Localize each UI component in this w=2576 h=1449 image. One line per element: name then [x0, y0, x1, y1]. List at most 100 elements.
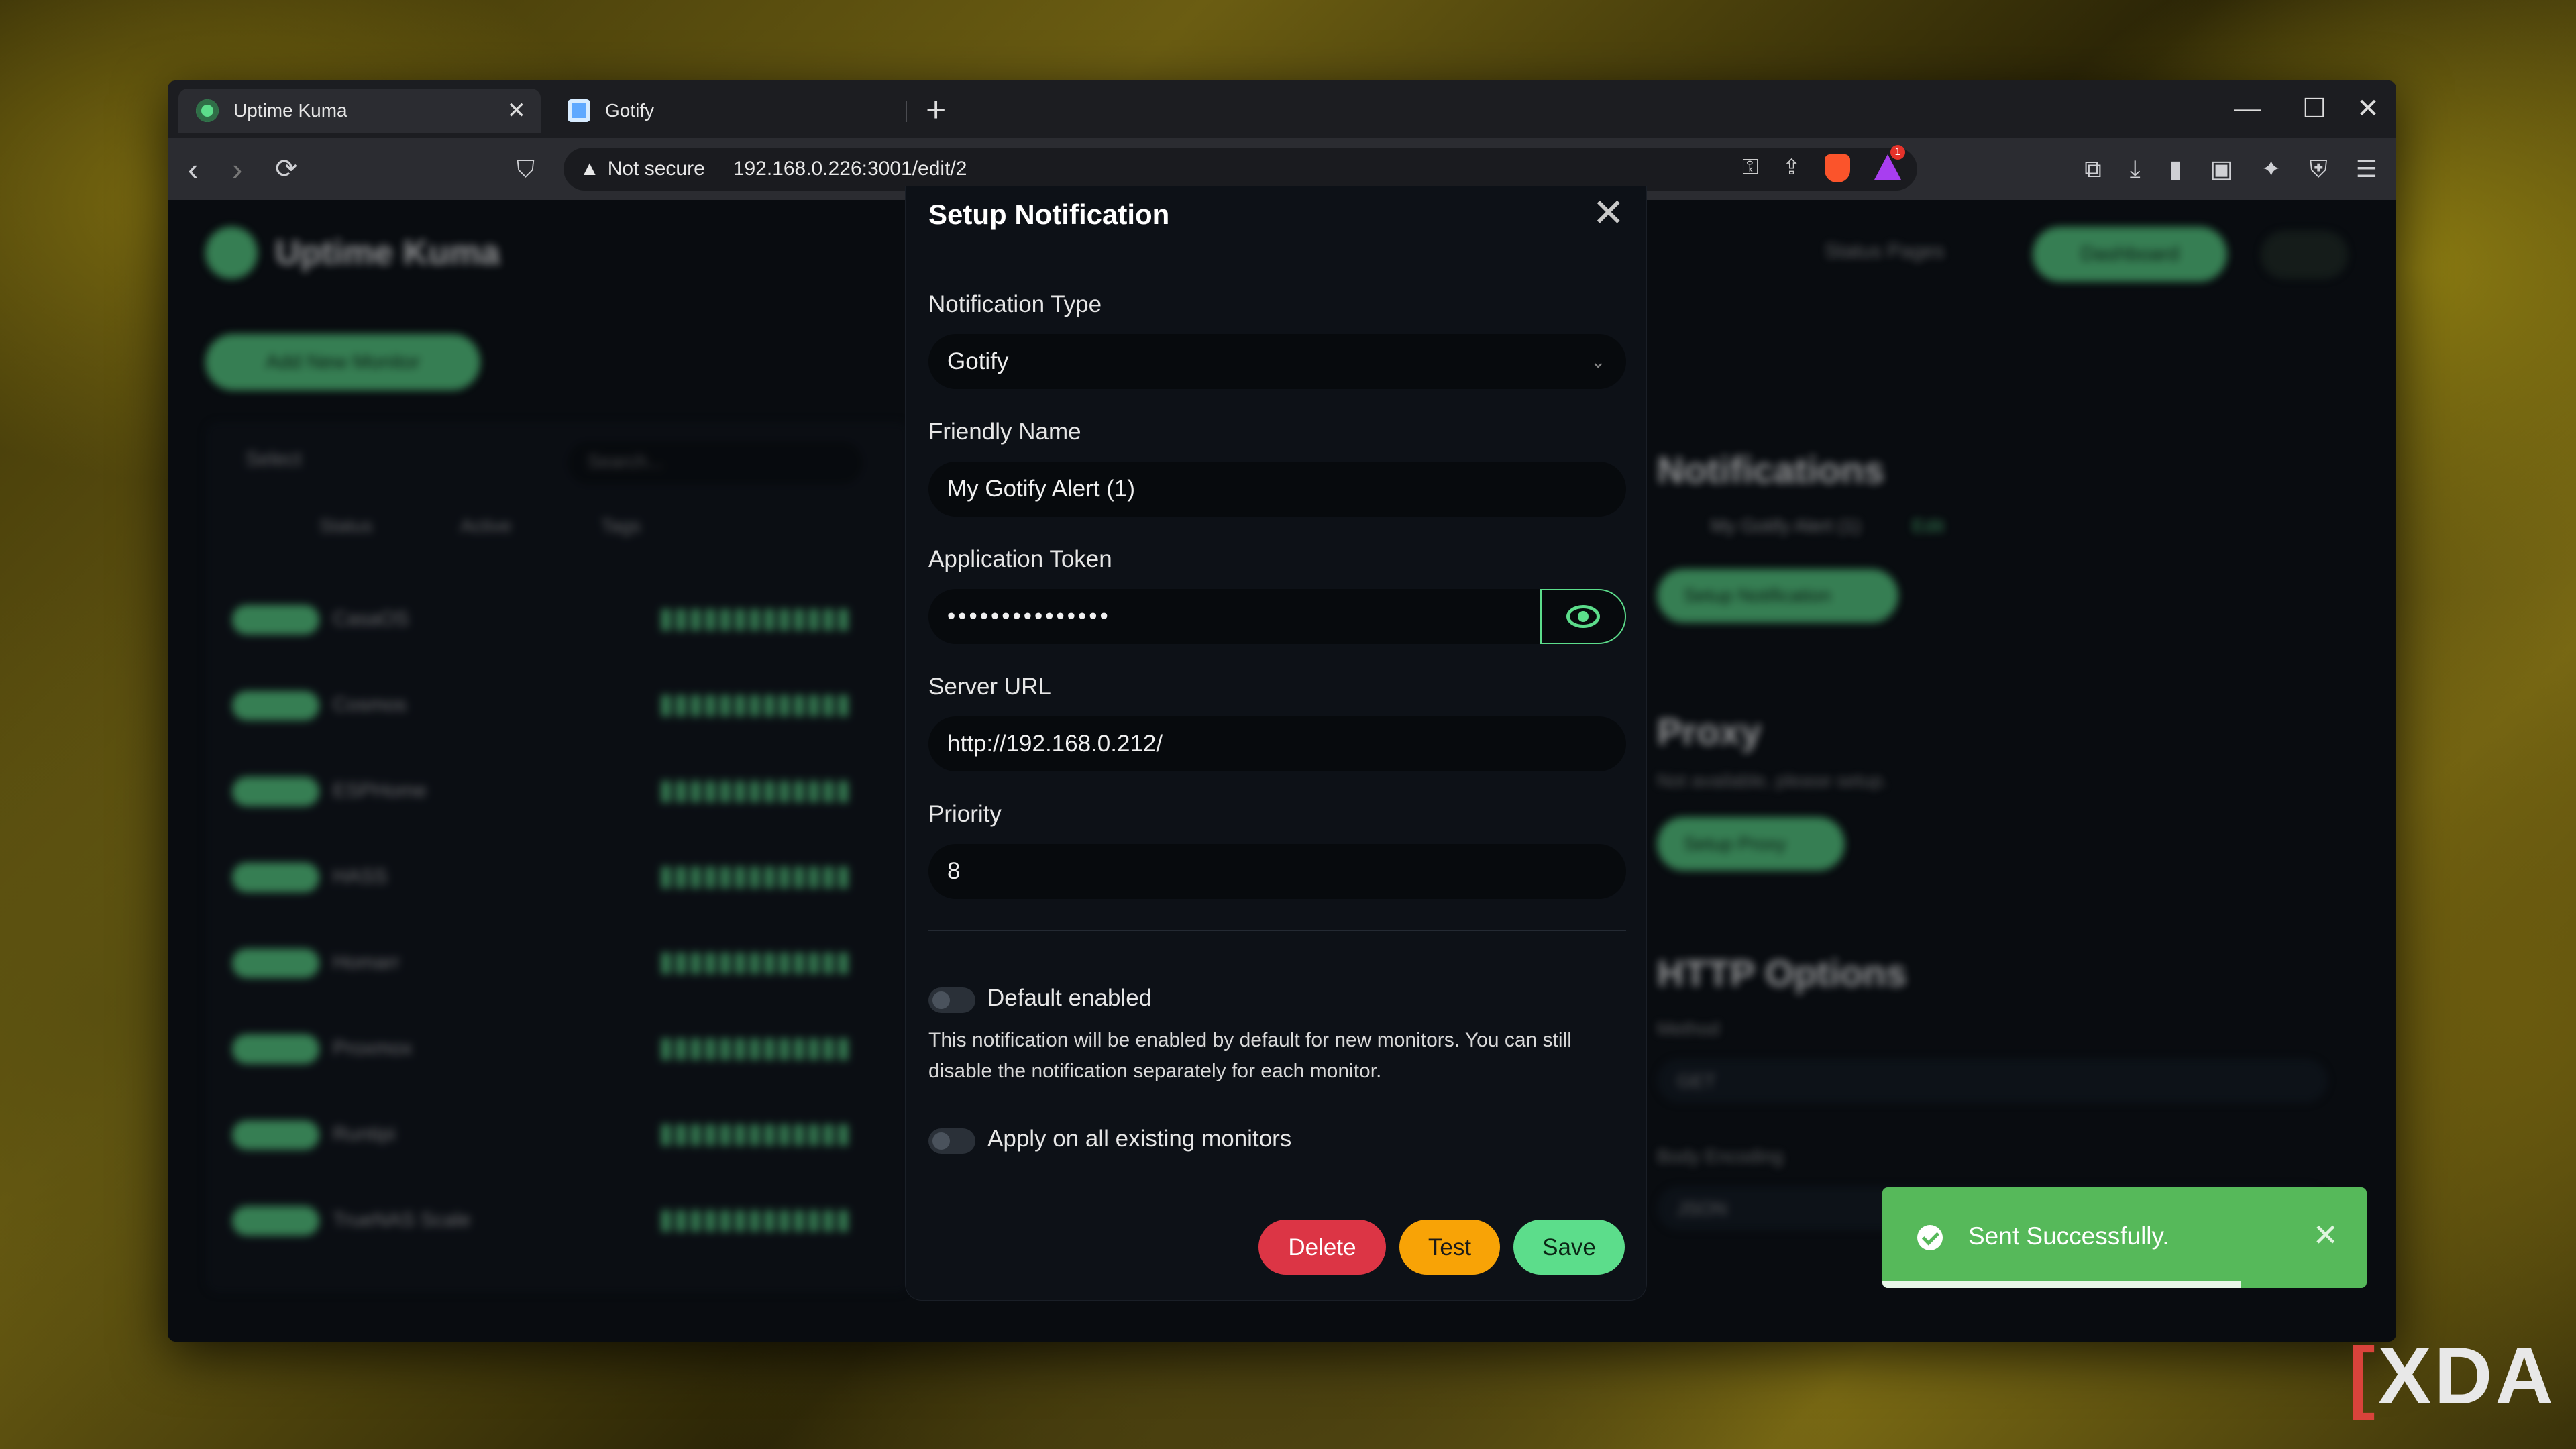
warning-icon[interactable]: ▲	[580, 158, 600, 180]
tab-close-icon[interactable]: ✕	[507, 97, 527, 124]
list-item: TrueNAS Scale	[232, 1199, 876, 1240]
filter-active: Active	[460, 515, 511, 537]
xda-watermark-logo: [XDA	[2349, 1330, 2556, 1422]
monitor-list: Select Search... Status Active Tags Casa…	[205, 421, 910, 1293]
tab-gotify[interactable]: Gotify	[550, 89, 912, 133]
friendly-name-label: Friendly Name	[928, 419, 1081, 445]
show-token-button[interactable]	[1540, 589, 1626, 644]
browser-window: Uptime Kuma ✕ Gotify + — ☐ ✕ ‹ › ⟳ ⛉ ▲ N…	[168, 80, 2396, 1342]
divider	[928, 930, 1626, 931]
app-header: Uptime Kuma	[205, 227, 500, 279]
new-tab-button[interactable]: +	[926, 91, 946, 129]
brave-rewards-icon[interactable]	[1874, 154, 1901, 180]
toast-close-icon[interactable]: ✕	[2312, 1217, 2339, 1253]
brave-shield-icon[interactable]	[1825, 154, 1850, 182]
toolbar-actions: ⧉ ⤓ ▮ ▣ ✦ ⛨ ☰	[2084, 152, 2377, 186]
check-circle-icon	[1917, 1225, 1943, 1250]
monitor-name: Proxmox	[333, 1037, 412, 1060]
close-dialog-button[interactable]: ✕	[1592, 192, 1625, 235]
application-token-input[interactable]: •••••••••••••••	[928, 589, 1540, 644]
method-label: Method	[1657, 1018, 1719, 1040]
gotify-favicon-icon	[568, 99, 590, 122]
toast-message: Sent Successfully.	[1968, 1222, 2169, 1250]
watermark-text: XDA	[2378, 1331, 2556, 1421]
application-token-label: Application Token	[928, 546, 1112, 573]
monitor-name: Cosmos	[333, 694, 407, 716]
list-item: ESPHome	[232, 770, 876, 810]
monitor-name: Runtipi	[333, 1123, 395, 1146]
list-item: HASS	[232, 856, 876, 896]
download-icon[interactable]: ⤓	[2130, 152, 2141, 186]
proxy-note: Not available, please setup.	[1657, 770, 1888, 792]
forward-arrow-icon[interactable]: ›	[232, 150, 242, 188]
minimize-button[interactable]: —	[2220, 90, 2274, 127]
status-pages-link: Status Pages	[1825, 240, 1944, 263]
vpn-icon[interactable]: ⛨	[2310, 152, 2328, 186]
security-label[interactable]: Not secure	[608, 158, 705, 180]
http-options-heading: HTTP Options	[1657, 951, 1907, 995]
edit-link: Edit	[1912, 515, 1944, 537]
priority-label: Priority	[928, 801, 1002, 828]
button-label: Setup Notification	[1684, 585, 1831, 606]
sidebar-icon[interactable]: ▮	[2169, 152, 2182, 186]
toast-progress-bar	[1882, 1281, 2241, 1288]
default-enabled-help: This notification will be enabled by def…	[928, 1025, 1626, 1087]
server-url-input[interactable]: http://192.168.0.212/	[928, 716, 1626, 771]
body-encoding-value: JSON	[1677, 1198, 1727, 1220]
list-item: Homarr	[232, 942, 876, 982]
uptime-kuma-logo-icon	[205, 227, 258, 279]
setup-proxy-button: Setup Proxy	[1657, 817, 1845, 871]
monitor-name: CasaOS	[333, 608, 409, 631]
monitor-name: HASS	[333, 865, 388, 888]
setup-notification-button: Setup Notification	[1657, 569, 1898, 623]
tab-label: Uptime Kuma	[233, 100, 347, 121]
url-text[interactable]: 192.168.0.226:3001/edit/2	[733, 158, 967, 180]
reload-icon[interactable]: ⟳	[275, 150, 298, 188]
monitor-name: Homarr	[333, 951, 400, 974]
avatar	[2261, 231, 2348, 279]
back-arrow-icon[interactable]: ‹	[188, 150, 198, 188]
delete-button[interactable]: Delete	[1258, 1220, 1386, 1275]
save-button[interactable]: Save	[1513, 1220, 1625, 1275]
notifications-heading: Notifications	[1657, 448, 1884, 492]
search-placeholder: Search...	[588, 451, 663, 472]
search-input: Search...	[568, 441, 863, 484]
maximize-button[interactable]: ☐	[2288, 90, 2341, 127]
dashboard-button: Dashboard	[2033, 227, 2227, 282]
priority-input[interactable]: 8	[928, 844, 1626, 899]
test-button[interactable]: Test	[1399, 1220, 1500, 1275]
screenshot-icon[interactable]: ⧉	[2084, 152, 2102, 186]
list-item: Runtipi	[232, 1114, 876, 1154]
tab-label: Gotify	[605, 100, 654, 121]
tab-separator	[906, 101, 907, 122]
list-item: Cosmos	[232, 684, 876, 724]
default-enabled-label: Default enabled	[987, 985, 1152, 1012]
share-icon[interactable]: ⇪	[1782, 154, 1801, 182]
notification-type-select[interactable]: Gotify ⌄	[928, 334, 1626, 389]
leo-ai-icon[interactable]: ✦	[2261, 152, 2282, 186]
watermark-bracket: [	[2349, 1331, 2378, 1421]
eye-icon	[1566, 605, 1600, 628]
button-label: Setup Proxy	[1684, 833, 1786, 855]
page-content: Uptime Kuma Status Pages Dashboard Add N…	[168, 200, 2396, 1342]
wallet-icon[interactable]: ▣	[2210, 152, 2233, 186]
address-bar[interactable]: ▲ Not secure 192.168.0.226:3001/edit/2 ⚿…	[564, 148, 1917, 191]
uptime-kuma-favicon-icon	[196, 99, 219, 122]
list-item: Proxmox	[232, 1028, 876, 1068]
success-toast: Sent Successfully. ✕	[1882, 1187, 2367, 1288]
friendly-name-input[interactable]: My Gotify Alert (1)	[928, 462, 1626, 517]
apply-existing-toggle[interactable]	[928, 1128, 975, 1154]
default-enabled-toggle[interactable]	[928, 987, 975, 1013]
filter-tags: Tags	[601, 515, 641, 537]
menu-icon[interactable]: ☰	[2356, 152, 2377, 186]
tab-uptime-kuma[interactable]: Uptime Kuma ✕	[178, 89, 541, 133]
notification-type-label: Notification Type	[928, 291, 1102, 318]
close-window-button[interactable]: ✕	[2341, 90, 2395, 127]
tab-bar: Uptime Kuma ✕ Gotify + — ☐ ✕	[168, 80, 2396, 138]
notification-item: My Gotify Alert (1)	[1711, 515, 1861, 537]
key-icon[interactable]: ⚿	[1742, 154, 1758, 182]
setup-notification-dialog: Setup Notification ✕ Notification Type G…	[906, 186, 1646, 1300]
chevron-down-icon: ⌄	[1591, 334, 1606, 389]
bookmark-icon[interactable]: ⛉	[517, 150, 535, 188]
filter-status: Status	[319, 515, 372, 537]
